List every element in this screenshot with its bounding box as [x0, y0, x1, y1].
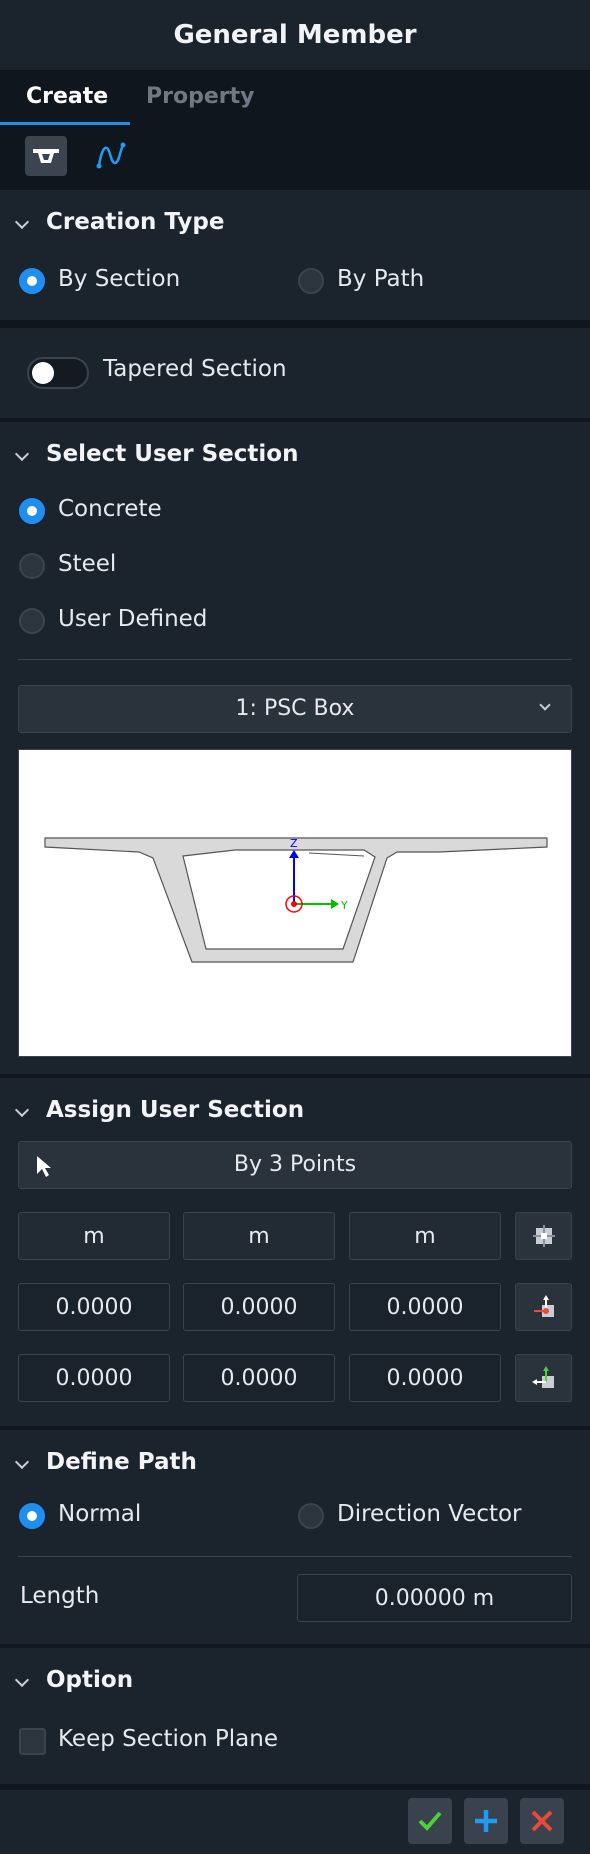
close-icon — [531, 1810, 553, 1832]
concrete-radio[interactable] — [19, 498, 45, 524]
section-dropdown[interactable]: 1: PSC Box — [18, 685, 572, 733]
cancel-button[interactable] — [520, 1798, 564, 1844]
direction-vector-radio[interactable] — [298, 1503, 324, 1529]
define-path-panel: Define Path Normal Direction Vector Leng… — [0, 1430, 590, 1644]
tab-create[interactable]: Create — [26, 84, 108, 109]
by-section-radio[interactable] — [19, 268, 45, 294]
section-divider — [18, 659, 572, 660]
user-defined-label: User Defined — [58, 606, 208, 632]
footer-actions — [0, 1790, 590, 1854]
steel-radio[interactable] — [19, 553, 45, 579]
z-coordinate-input[interactable]: 0.0000 — [349, 1354, 501, 1402]
axis-direction-icon — [531, 1366, 554, 1388]
tapered-section-panel: Tapered Section — [0, 328, 590, 418]
apply-button[interactable] — [408, 1798, 452, 1844]
by-3-points-label: By 3 Points — [233, 1152, 357, 1177]
y-coordinate-input[interactable]: 0.0000 — [183, 1283, 335, 1331]
assign-user-section-title: Assign User Section — [46, 1097, 305, 1123]
length-label: Length — [20, 1583, 100, 1609]
tapered-section-toggle[interactable] — [27, 357, 89, 389]
by-section-mode-button[interactable] — [25, 136, 67, 176]
x-coordinate-input[interactable]: 0.0000 — [18, 1283, 170, 1331]
steel-label: Steel — [58, 551, 117, 577]
concrete-label: Concrete — [58, 496, 162, 522]
section-dropdown-value: 1: PSC Box — [235, 696, 355, 721]
unit-cell: m — [183, 1212, 335, 1260]
unit-cell: m — [349, 1212, 501, 1260]
select-user-section-panel: Select User Section Concrete Steel User … — [0, 422, 590, 1074]
tapered-section-label: Tapered Section — [103, 356, 287, 382]
chevron-down-icon[interactable] — [14, 446, 30, 462]
by-path-label: By Path — [337, 266, 425, 292]
plus-icon — [475, 1810, 497, 1832]
check-icon — [418, 1811, 442, 1831]
add-button[interactable] — [464, 1798, 508, 1844]
by-3-points-button[interactable]: By 3 Points — [18, 1141, 572, 1189]
crosshair-grid-icon — [532, 1225, 555, 1247]
define-path-title: Define Path — [46, 1449, 197, 1475]
unit-cell: m — [18, 1212, 170, 1260]
window-title: General Member — [0, 0, 590, 70]
chevron-down-icon[interactable] — [14, 1454, 30, 1470]
active-tab-indicator — [0, 122, 130, 125]
by-path-mode-button[interactable] — [90, 136, 132, 176]
x-coordinate-input[interactable]: 0.0000 — [18, 1354, 170, 1402]
option-panel: Option Keep Section Plane — [0, 1648, 590, 1784]
creation-type-panel: Creation Type By Section By Path — [0, 190, 590, 320]
pick-point-button[interactable] — [515, 1212, 572, 1260]
chevron-down-icon[interactable] — [14, 1102, 30, 1118]
chevron-down-icon[interactable] — [14, 214, 30, 230]
user-defined-radio[interactable] — [19, 608, 45, 634]
psc-box-section-drawing: Z Y — [44, 837, 548, 963]
section-preview: Z Y — [18, 749, 572, 1057]
y-axis-label: Y — [340, 899, 348, 912]
chevron-down-icon[interactable] — [14, 1672, 30, 1688]
creation-type-title: Creation Type — [46, 209, 225, 235]
assign-user-section-panel: Assign User Section By 3 Points m m m 0.… — [0, 1078, 590, 1426]
creation-mode-toolbar — [0, 128, 590, 184]
keep-section-plane-label: Keep Section Plane — [58, 1726, 278, 1752]
length-input[interactable]: 0.00000 m — [297, 1574, 572, 1622]
keep-section-plane-checkbox[interactable] — [19, 1728, 46, 1755]
tab-property[interactable]: Property — [146, 84, 254, 109]
y-coordinate-input[interactable]: 0.0000 — [183, 1354, 335, 1402]
tab-bar: Create Property — [0, 70, 590, 126]
axis-point-icon — [533, 1295, 554, 1317]
normal-radio[interactable] — [19, 1503, 45, 1529]
by-section-label: By Section — [58, 266, 181, 292]
select-user-section-title: Select User Section — [46, 441, 299, 467]
pick-point-2-button[interactable] — [515, 1354, 572, 1402]
by-path-radio[interactable] — [298, 268, 324, 294]
section-mode-icon — [33, 149, 59, 163]
path-mode-icon — [96, 142, 126, 169]
z-coordinate-input[interactable]: 0.0000 — [349, 1283, 501, 1331]
z-axis-label: Z — [290, 837, 298, 850]
normal-label: Normal — [58, 1501, 142, 1527]
direction-vector-label: Direction Vector — [337, 1501, 522, 1527]
option-title: Option — [46, 1667, 134, 1693]
length-row: Length 0.00000 m — [0, 1535, 590, 1635]
pick-point-1-button[interactable] — [515, 1283, 572, 1331]
